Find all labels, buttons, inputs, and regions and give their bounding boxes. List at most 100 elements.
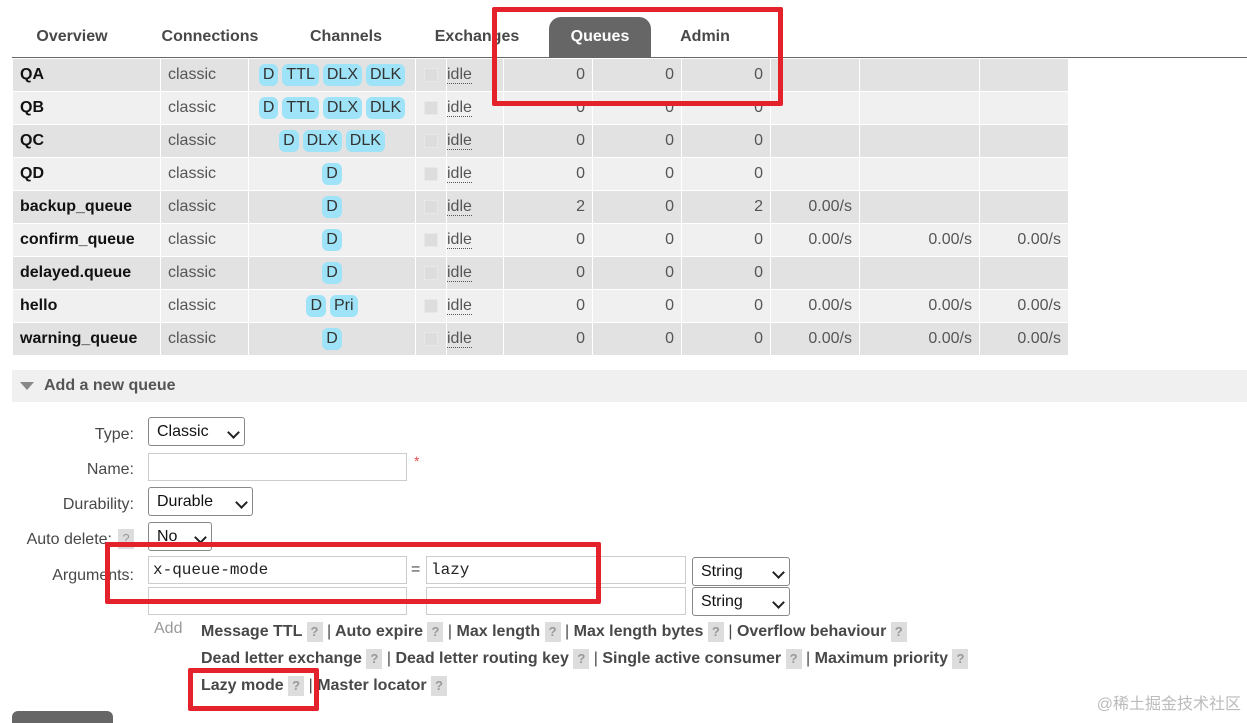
queue-name-link[interactable]: QD	[12, 157, 161, 191]
help-icon[interactable]: ?	[785, 649, 802, 669]
messages-unacked: 0	[592, 124, 682, 158]
tab-channels[interactable]: Channels	[290, 17, 402, 57]
separator: |	[565, 623, 570, 640]
durability-label: Durability:	[62, 496, 134, 513]
type-label: Type:	[94, 426, 134, 443]
messages-unacked: 0	[592, 223, 682, 257]
table-row: backup_queue classic Didle 2 0 2 0.00/s	[12, 190, 1069, 224]
checkbox-icon	[424, 331, 438, 346]
rate-ack	[979, 124, 1069, 158]
queue-name-link[interactable]: QC	[12, 124, 161, 158]
separator: |	[593, 650, 598, 667]
argument-shortcut-link[interactable]: Single active consumer	[602, 650, 781, 667]
queue-type: classic	[160, 190, 249, 224]
rate-incoming	[770, 91, 860, 125]
feature-badge: D	[306, 295, 326, 317]
collapse-triangle-icon	[20, 382, 34, 390]
rate-deliver	[859, 124, 980, 158]
table-row: delayed.queue classic Didle 0 0 0	[12, 256, 1069, 290]
messages-ready: 0	[503, 289, 593, 323]
help-icon[interactable]: ?	[431, 676, 448, 696]
queue-name-link[interactable]: warning_queue	[12, 322, 161, 356]
feature-badge: D	[322, 229, 342, 251]
argument-type-select-2[interactable]: String	[692, 587, 790, 616]
checkbox-icon	[424, 298, 438, 313]
checkbox-icon	[424, 232, 438, 247]
queue-state: idle	[447, 264, 472, 282]
argument-shortcut-link[interactable]: Maximum priority	[815, 650, 948, 667]
separator: |	[326, 623, 332, 640]
argument-shortcut-link[interactable]: Overflow behaviour	[737, 623, 886, 640]
queue-name-link[interactable]: hello	[12, 289, 161, 323]
table-row: QC classic D DLX DLK idle 0 0 0	[12, 124, 1069, 158]
feature-badge: DLK	[345, 130, 385, 152]
argument-shortcut-link[interactable]: Dead letter exchange	[201, 650, 362, 667]
checkbox-icon	[424, 265, 438, 280]
help-icon[interactable]: ?	[544, 622, 561, 642]
feature-badge: D	[279, 130, 299, 152]
help-icon[interactable]: ?	[952, 649, 969, 669]
messages-total: 0	[681, 223, 771, 257]
argument-shortcut-link[interactable]: Master locator	[317, 677, 426, 694]
queue-state: idle	[447, 99, 472, 117]
options-row-2: Dead letter exchange ? | Dead letter rou…	[201, 649, 969, 669]
messages-total: 0	[681, 124, 771, 158]
queue-features: D Pri	[248, 289, 416, 323]
rate-ack: 0.00/s	[979, 223, 1069, 257]
messages-ready: 0	[503, 124, 593, 158]
argument-shortcut-link[interactable]: Auto expire	[335, 623, 423, 640]
messages-ready: 2	[503, 190, 593, 224]
queue-type: classic	[160, 58, 249, 92]
highlight-box-lazy-mode	[188, 668, 319, 711]
argument-shortcut-link[interactable]: Message TTL	[201, 623, 302, 640]
chevron-down-icon	[235, 496, 248, 509]
separator: |	[806, 650, 811, 667]
queue-name-link[interactable]: backup_queue	[12, 190, 161, 224]
checkbox-icon	[424, 133, 438, 148]
help-icon[interactable]: ?	[707, 622, 724, 642]
queue-features: D	[248, 322, 416, 356]
help-icon[interactable]: ?	[306, 622, 323, 642]
checkbox-icon	[424, 199, 438, 214]
queue-state: idle	[447, 297, 472, 315]
name-input[interactable]	[148, 453, 407, 481]
feature-badge: D	[322, 196, 342, 218]
rate-incoming	[770, 124, 860, 158]
queue-features: D	[248, 256, 416, 290]
rate-incoming	[770, 256, 860, 290]
tab-connections[interactable]: Connections	[146, 17, 274, 57]
highlight-box-arguments	[105, 542, 601, 604]
queue-name-link[interactable]: confirm_queue	[12, 223, 161, 257]
queue-state-cell: idle	[446, 190, 504, 224]
tab-overview[interactable]: Overview	[12, 17, 132, 57]
messages-unacked: 0	[592, 190, 682, 224]
watermark: @稀土掘金技术社区	[1096, 696, 1241, 713]
queue-name-link[interactable]: QA	[12, 58, 161, 92]
queue-checkbox-cell	[415, 157, 447, 191]
add-queue-section-header[interactable]: Add a new queue	[12, 370, 1247, 402]
durability-select[interactable]: Durable	[148, 487, 253, 516]
queue-state-cell: idle	[446, 223, 504, 257]
queue-name-link[interactable]: QB	[12, 91, 161, 125]
add-queue-button[interactable]	[12, 711, 113, 723]
argument-shortcut-link[interactable]: Dead letter routing key	[395, 650, 568, 667]
queue-checkbox-cell	[415, 256, 447, 290]
help-icon[interactable]: ?	[427, 622, 444, 642]
type-select[interactable]: Classic	[148, 417, 245, 446]
queue-type: classic	[160, 223, 249, 257]
feature-badge: TTL	[282, 64, 319, 86]
argument-shortcut-link[interactable]: Max length bytes	[574, 623, 704, 640]
messages-total: 0	[681, 322, 771, 356]
feature-badge: D	[322, 262, 342, 284]
rate-deliver	[859, 190, 980, 224]
durability-select-value: Durable	[157, 493, 214, 510]
argument-type-select[interactable]: String	[692, 557, 790, 586]
rate-ack	[979, 190, 1069, 224]
highlight-box-tabs	[492, 7, 783, 106]
rate-ack	[979, 91, 1069, 125]
help-icon[interactable]: ?	[890, 622, 907, 642]
help-icon[interactable]: ?	[573, 649, 590, 669]
queue-name-link[interactable]: delayed.queue	[12, 256, 161, 290]
help-icon[interactable]: ?	[366, 649, 383, 669]
argument-shortcut-link[interactable]: Max length	[457, 623, 541, 640]
